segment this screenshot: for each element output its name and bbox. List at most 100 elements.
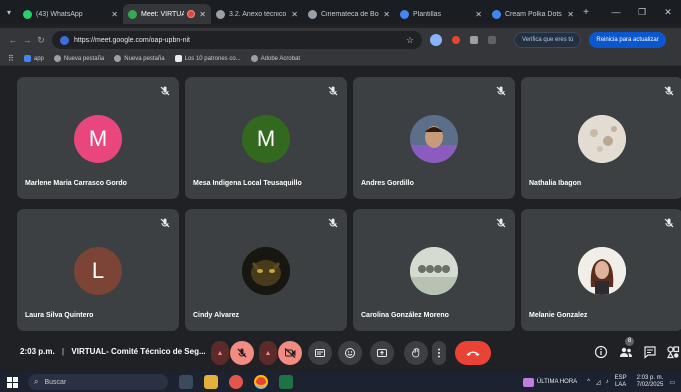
avatar: L	[74, 247, 122, 295]
activities-icon[interactable]	[666, 345, 680, 359]
tab-search-icon[interactable]: ▾	[0, 0, 18, 24]
address-bar[interactable]: https://meet.google.com/oap-upbn-nit ☆	[52, 31, 422, 49]
video-options-chevron-icon[interactable]: ▲	[259, 341, 277, 365]
participant-name: Mesa Indigena Local Teusaquillo	[193, 180, 302, 187]
meeting-time: 2:03 p.m.	[20, 347, 55, 356]
extensions-puzzle-icon[interactable]	[470, 36, 478, 44]
canva-icon	[400, 9, 409, 19]
tab-plantillas[interactable]: Plantillas ✕	[395, 4, 487, 24]
reactions-button[interactable]	[338, 341, 362, 365]
raise-hand-button[interactable]	[404, 341, 428, 365]
meeting-info: 2:03 p.m. | VIRTUAL- Comité Técnico de S…	[20, 347, 206, 356]
volume-icon[interactable]: ♪	[606, 379, 609, 385]
emoji-icon	[345, 348, 355, 358]
avatar-photo	[578, 247, 626, 295]
new-tab-button[interactable]: +	[579, 7, 593, 18]
people-icon[interactable]	[619, 345, 633, 359]
task-view-icon[interactable]	[179, 375, 193, 389]
chat-icon[interactable]	[643, 345, 657, 359]
close-tab-icon[interactable]: ✕	[475, 10, 482, 19]
recording-icon	[187, 10, 196, 18]
close-tab-icon[interactable]: ✕	[567, 10, 574, 19]
close-tab-icon[interactable]: ✕	[111, 10, 118, 19]
audio-options-chevron-icon[interactable]: ▲	[211, 341, 229, 365]
mic-off-icon	[159, 84, 171, 96]
taskbar-clock[interactable]: 2:03 p. m. 7/02/2025	[637, 375, 664, 389]
mic-off-icon	[495, 84, 507, 96]
site-info-icon[interactable]	[60, 35, 69, 45]
leave-call-button[interactable]	[455, 341, 491, 365]
whatsapp-icon	[23, 9, 32, 19]
browser-tab-strip: ▾ (43) WhatsApp ✕ Meet: VIRTUAL - C ✕ 3.…	[0, 0, 681, 24]
mic-toggle-button[interactable]	[230, 341, 254, 365]
participant-tile[interactable]: M Marlene Maria Carrasco Gordo	[17, 77, 179, 199]
globe-icon	[114, 55, 122, 62]
participant-tile[interactable]: Melanie Gonzalez	[521, 209, 681, 331]
notifications-icon[interactable]: ▭	[669, 379, 675, 386]
chrome-icon[interactable]	[254, 375, 268, 389]
system-tray: ÚLTIMA HORA ^ ◿ ♪ ESP LAA 2:03 p. m. 7/0…	[522, 372, 675, 392]
minimize-icon[interactable]: —	[603, 0, 629, 24]
bookmark-new-tab-1[interactable]: Nueva pestaña	[53, 55, 104, 62]
participant-tile[interactable]: Andres Gordillo	[353, 77, 515, 199]
avatar: M	[242, 115, 290, 163]
tab-cream-polka[interactable]: Cream Polka Dots Ill ✕	[487, 4, 579, 24]
apps-grid-icon[interactable]: ⠿	[8, 54, 14, 63]
camera-off-icon	[284, 348, 295, 358]
tab-anexo-tecnico[interactable]: 3.2. Anexo técnico Fo ✕	[211, 4, 303, 24]
back-icon[interactable]: ←	[6, 35, 20, 45]
bookmark-new-tab-2[interactable]: Nueva pestaña	[114, 55, 165, 62]
bookmark-adobe-acrobat[interactable]: Adobe Acrobat	[250, 55, 300, 62]
tab-whatsapp[interactable]: (43) WhatsApp ✕	[18, 4, 123, 24]
close-tab-icon[interactable]: ✕	[383, 10, 390, 19]
participant-tile[interactable]: M Mesa Indigena Local Teusaquillo	[185, 77, 347, 199]
canva-icon	[492, 9, 501, 19]
maximize-icon[interactable]: ❐	[629, 0, 655, 24]
meet-icon	[128, 9, 137, 19]
mic-off-icon	[237, 348, 247, 358]
camera-toggle-button[interactable]	[278, 341, 302, 365]
globe-icon	[250, 55, 258, 62]
browser-toolbar: ← → ↻ https://meet.google.com/oap-upbn-n…	[0, 28, 681, 52]
present-screen-button[interactable]	[370, 341, 394, 365]
tab-meet[interactable]: Meet: VIRTUAL - C ✕	[123, 4, 211, 24]
input-language[interactable]: ESP LAA	[615, 375, 627, 389]
verify-identity-button[interactable]: Verifica que eres tú	[514, 32, 582, 48]
participant-tile[interactable]: Carolina González Moreno	[353, 209, 515, 331]
tray-overflow-chevron-icon[interactable]: ^	[587, 379, 590, 385]
close-tab-icon[interactable]: ✕	[291, 10, 298, 19]
file-explorer-icon[interactable]	[204, 375, 218, 389]
reload-icon[interactable]: ↻	[34, 35, 48, 46]
participant-tile[interactable]: Cindy Alvarez	[185, 209, 347, 331]
participant-name: Nathalia Ibagon	[529, 180, 582, 187]
extension-icon[interactable]	[430, 34, 442, 46]
meeting-details-icon[interactable]	[594, 345, 608, 359]
globe-icon	[308, 9, 317, 19]
captions-button[interactable]	[308, 341, 332, 365]
record-indicator-icon[interactable]	[452, 36, 460, 44]
app-icon[interactable]	[229, 375, 243, 389]
participant-tile[interactable]: Nathalia Ibagon	[521, 77, 681, 199]
bookmark-patterns[interactable]: Los 10 patrones co...	[174, 55, 241, 62]
close-tab-icon[interactable]: ✕	[199, 10, 206, 19]
restart-to-update-button[interactable]: Reinicia para actualizar	[589, 32, 666, 48]
close-window-icon[interactable]: ✕	[655, 0, 681, 24]
network-icon[interactable]: ◿	[596, 379, 601, 386]
excel-icon[interactable]	[279, 375, 293, 389]
forward-icon[interactable]: →	[20, 35, 34, 45]
taskbar-search[interactable]: ⌕ Buscar	[28, 374, 168, 390]
bookmark-app[interactable]: app	[23, 55, 44, 62]
app-icon	[23, 55, 31, 62]
more-options-button[interactable]	[432, 341, 446, 365]
participant-name: Andres Gordillo	[361, 180, 414, 187]
tab-cinemateca[interactable]: Cinemateca de Bogo ✕	[303, 4, 395, 24]
participant-tile[interactable]: L Laura Silva Quintero	[17, 209, 179, 331]
extension-icons	[430, 34, 506, 46]
participant-name: Carolina González Moreno	[361, 312, 449, 319]
participant-name: Cindy Alvarez	[193, 312, 240, 319]
side-panel-icon[interactable]	[488, 36, 496, 44]
globe-icon	[53, 55, 61, 62]
bookmark-star-icon[interactable]: ☆	[406, 35, 414, 46]
news-widget[interactable]: ÚLTIMA HORA	[522, 377, 577, 387]
windows-start-button[interactable]	[0, 376, 24, 388]
